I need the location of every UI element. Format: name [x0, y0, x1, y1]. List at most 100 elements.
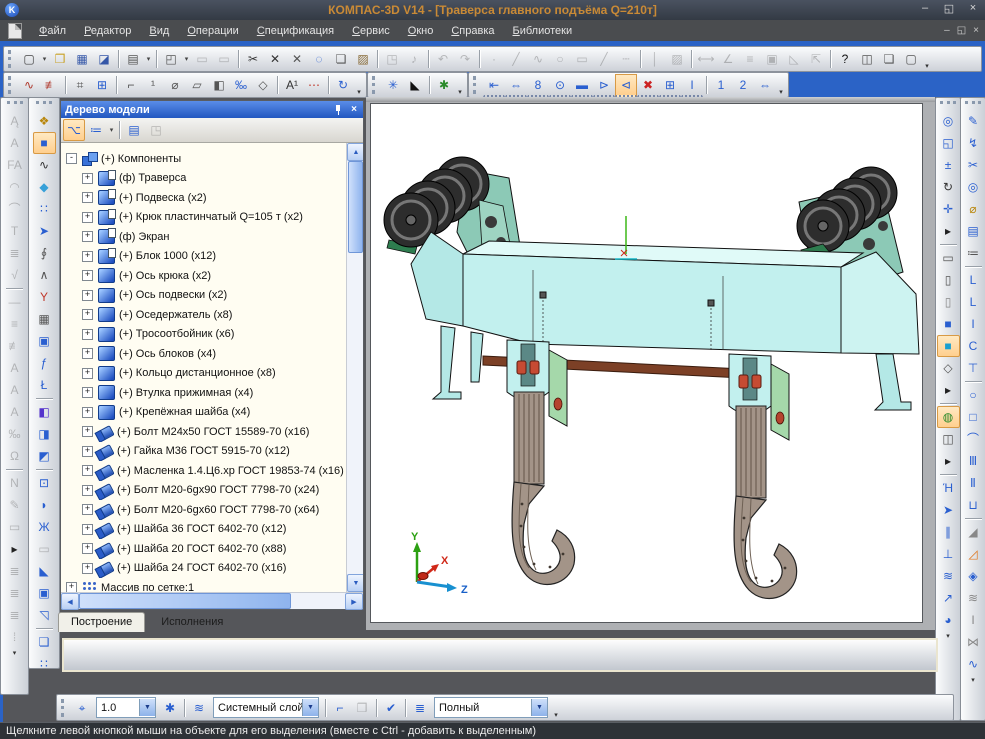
spline-edit-button[interactable]: ✳ — [382, 74, 404, 96]
extrude-operation-button[interactable]: ◧ — [33, 401, 56, 423]
restore-button[interactable]: ◱ — [941, 2, 957, 15]
doc-minimize-button[interactable]: – — [944, 25, 950, 36]
wedge-orange-button[interactable]: ◿ — [962, 543, 985, 565]
tree-composition-button[interactable]: ≔ — [85, 119, 107, 141]
expander[interactable]: + — [82, 446, 93, 457]
mate-angle-button[interactable]: ⊳ — [593, 74, 615, 97]
column-profile-button[interactable]: Ⅲ — [962, 450, 985, 472]
properties-list-button[interactable]: ≔ — [962, 242, 985, 264]
dropdown-arrow[interactable]: ▾ — [107, 120, 116, 140]
doc-restore-button[interactable]: ◱ — [957, 25, 966, 36]
wireframe-view-button[interactable]: ▭ — [937, 247, 960, 269]
tree-item[interactable]: +(+) Тросоотбойник (x6) — [63, 325, 346, 345]
tree-item[interactable]: +(+) Болт М20-6gx60 ГОСТ 7798-70 (x64) — [63, 500, 346, 520]
control-datum-button[interactable]: ⌐ — [120, 74, 142, 96]
zoom-page-button[interactable]: ◎ — [937, 110, 960, 132]
expander[interactable]: + — [82, 563, 93, 574]
square-profile-button[interactable]: □ — [962, 406, 985, 428]
model-tree-header[interactable]: Дерево модели × — [61, 101, 363, 118]
traverse-beam[interactable] — [411, 232, 919, 410]
mate-profile-button[interactable]: I — [681, 74, 703, 97]
open-document-button[interactable]: ❒ — [49, 48, 71, 70]
menu-item-окно[interactable]: Окно — [399, 23, 443, 39]
layer-combo-dropdown-button[interactable]: ▼ — [302, 699, 318, 716]
toolbar-options-arrow[interactable]: ▾ — [5, 648, 25, 658]
bolt-set-double-button[interactable]: ⇔ — [754, 74, 776, 96]
section-display-button[interactable]: ◫ — [937, 428, 960, 450]
flyout-more-button[interactable]: ▸ — [3, 538, 26, 560]
toolbar-options-arrow[interactable]: ▾ — [551, 697, 561, 719]
concentric-tool-button[interactable]: ◎ — [962, 176, 985, 198]
sketch-box-button[interactable]: ⊡ — [33, 472, 56, 494]
menu-item-операции[interactable]: Операции — [178, 23, 247, 39]
scroll-left-button[interactable]: ◀ — [61, 593, 79, 610]
toolbar-options-arrow[interactable]: ▾ — [354, 74, 364, 96]
tree-item[interactable]: +(+) Ось крюка (x2) — [63, 266, 346, 286]
tree-item[interactable]: +(+) Болт М20-6gx90 ГОСТ 7798-70 (x24) — [63, 481, 346, 501]
select-region-button[interactable]: ◌ — [308, 48, 330, 70]
paste-button[interactable]: ▨ — [352, 48, 374, 70]
tree-item-components-root[interactable]: -(+) Компоненты — [63, 149, 346, 169]
rotate-orbit-button[interactable]: ◍ — [937, 406, 960, 428]
pan-view-button[interactable]: ✛ — [937, 198, 960, 220]
expander[interactable]: + — [82, 348, 93, 359]
toolbar-grip[interactable] — [965, 101, 981, 107]
tee-profile-button[interactable]: ⊤ — [962, 357, 985, 379]
points-array-button[interactable]: ∷ — [33, 198, 56, 220]
expander[interactable]: + — [82, 524, 93, 535]
expander[interactable]: + — [82, 173, 93, 184]
boss-operation-button[interactable]: ◩ — [33, 445, 56, 467]
toolbar-options-arrow[interactable]: ▾ — [938, 631, 958, 641]
center-marker-button[interactable]: ◈ — [962, 565, 985, 587]
toolbar-options-arrow[interactable]: ▾ — [922, 48, 932, 70]
plane-3d-button[interactable]: ◆ — [33, 176, 56, 198]
print-button[interactable]: ▤ — [122, 48, 144, 70]
print-preview-button[interactable]: ◰ — [160, 48, 182, 70]
spline-3d-button[interactable]: ∿ — [33, 154, 56, 176]
tab-construction[interactable]: Построение — [58, 612, 145, 632]
save-document-button[interactable]: ▦ — [71, 48, 93, 70]
relations-doc-button[interactable]: ▤ — [123, 119, 145, 141]
tree-item[interactable]: +(ф) Траверса — [63, 169, 346, 189]
toolbar-options-arrow[interactable]: ▾ — [776, 74, 786, 96]
bolt-placement-1-button[interactable]: 1 — [710, 74, 732, 96]
tree-vertical-scrollbar[interactable]: ▲ ▼ — [346, 143, 363, 592]
mate-parallel-button[interactable]: ▬ — [571, 74, 593, 97]
toolbar-grip[interactable] — [473, 76, 479, 94]
vertical-scroll-thumb[interactable] — [348, 161, 363, 253]
dropdown-arrow[interactable]: ▾ — [182, 49, 191, 69]
mate-table-button[interactable]: ⊞ — [659, 74, 681, 97]
library-manager-button[interactable]: ✱ — [433, 74, 455, 96]
delete-part-button[interactable]: ✕ — [286, 48, 308, 70]
menu-item-спецификация[interactable]: Спецификация — [248, 23, 343, 39]
bend-arrows-button[interactable]: ↯ — [962, 132, 985, 154]
expander[interactable]: + — [82, 407, 93, 418]
compass-tool-button[interactable]: ⌀ — [962, 198, 985, 220]
frame-view-button[interactable]: ▣ — [33, 330, 56, 352]
toolbar-grip[interactable] — [8, 76, 14, 94]
snap-settings-button[interactable]: ⌖ — [71, 697, 93, 719]
expander[interactable]: + — [66, 582, 77, 592]
pin-icon[interactable] — [333, 105, 343, 115]
expander[interactable]: + — [82, 485, 93, 496]
tile-shape-2-button[interactable]: ▢ — [900, 48, 922, 70]
save-as-button[interactable]: ◪ — [93, 48, 115, 70]
i-beam-profile-button[interactable]: I — [962, 313, 985, 335]
hidden-lines-view-button[interactable]: ▯ — [937, 269, 960, 291]
tree-horizontal-scrollbar[interactable]: ◀ ▶ — [61, 592, 363, 609]
angle-back-button[interactable]: ⊔ — [962, 494, 985, 516]
tree-item[interactable]: +(ф) Экран — [63, 227, 346, 247]
s-bend-button[interactable]: ∿ — [962, 653, 985, 675]
x-brace-button[interactable]: ⋈ — [962, 631, 985, 653]
rounded-boss-button[interactable]: ◗ — [33, 494, 56, 516]
dimension-auto-button[interactable]: A¹ — [281, 74, 303, 96]
dropdown-arrow[interactable]: ▾ — [40, 49, 49, 69]
detail-combo[interactable]: Полный▼ — [434, 697, 548, 718]
new-window-button[interactable]: ◫ — [856, 48, 878, 70]
toolbar-options-arrow[interactable]: ▾ — [455, 74, 465, 96]
tree-item[interactable]: +(+) Оседержатель (x8) — [63, 305, 346, 325]
detail-level-button[interactable]: ≣ — [409, 697, 431, 719]
tree-item[interactable]: +(+) Ось подвески (x2) — [63, 286, 346, 306]
toolbar-grip[interactable] — [940, 101, 956, 107]
menu-item-библиотеки[interactable]: Библиотеки — [504, 23, 582, 39]
